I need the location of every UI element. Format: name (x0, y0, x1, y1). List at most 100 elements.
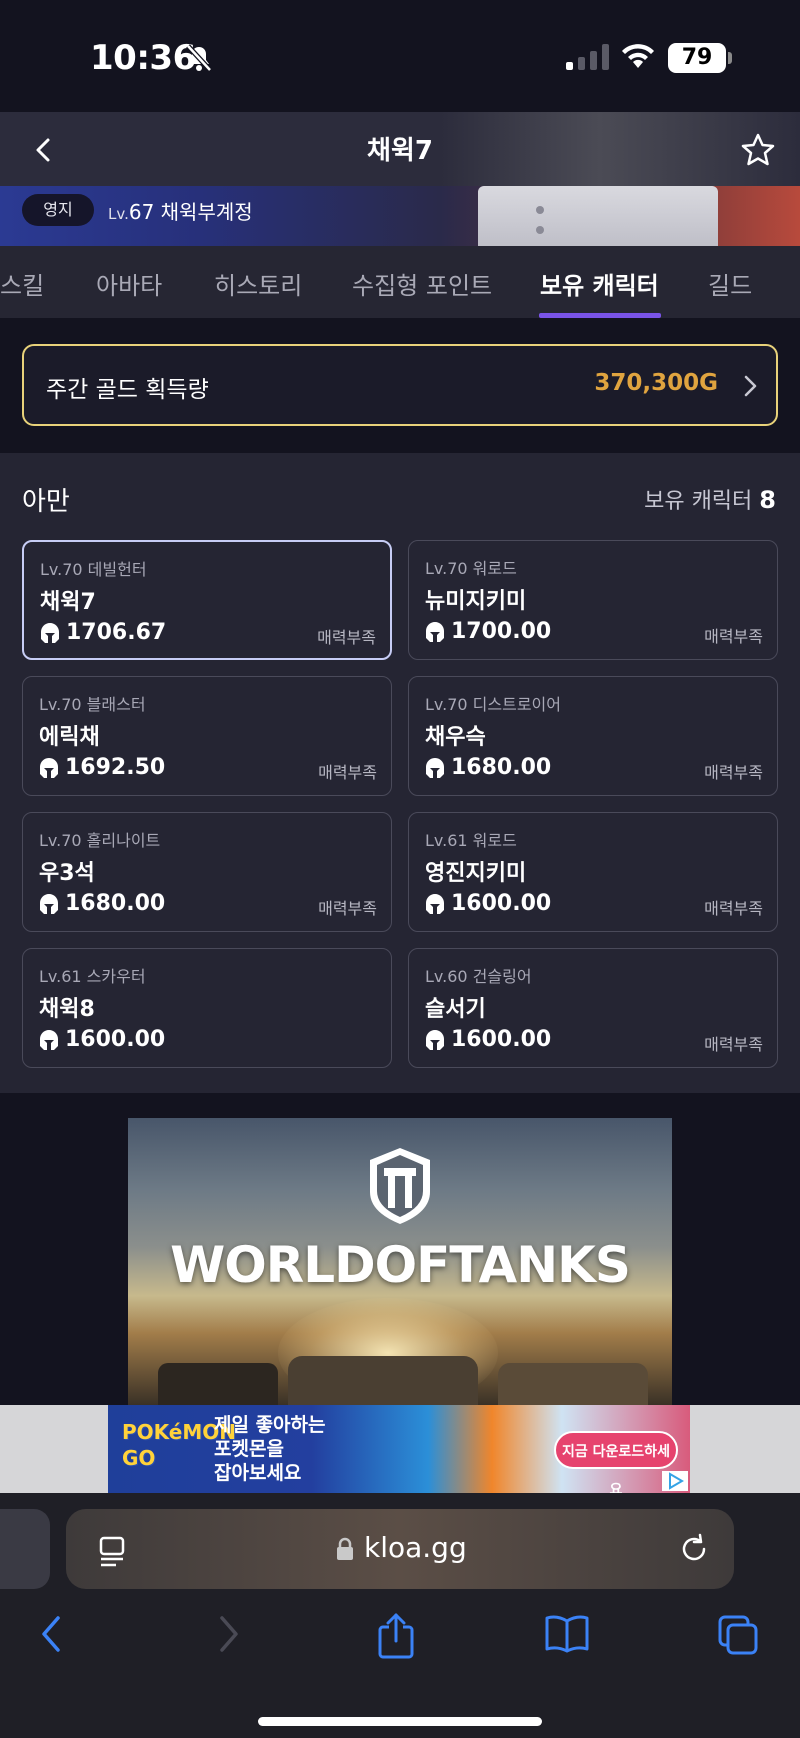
world-of-tanks-ad[interactable]: WORLDOFTANKS (128, 1118, 672, 1405)
character-name: 영진지키미 (425, 861, 527, 886)
adchoices-icon[interactable] (662, 1471, 688, 1491)
cellular-signal-icon (566, 44, 609, 70)
helmet-icon (40, 894, 58, 914)
tab-guild[interactable]: 길드 (708, 266, 752, 301)
tab-avatar[interactable]: 아바타 (96, 266, 162, 301)
level-value: 67 (128, 200, 155, 224)
battery-tip (728, 52, 732, 64)
character-card[interactable]: Lv.70 홀리나이트 우3석 1680.00 매력부족 (22, 812, 392, 932)
previous-tab-preview[interactable] (0, 1509, 50, 1589)
character-class: Lv.61 워로드 (425, 831, 517, 850)
character-card[interactable]: Lv.70 데빌헌터 채윅7 1706.67 매력부족 (22, 540, 392, 660)
profile-tabs: 스킬 아바타 히스토리 수집형 포인트 보유 캐릭터 길드 (0, 246, 800, 318)
address-bar[interactable]: kloa.gg (66, 1509, 734, 1589)
tab-skill[interactable]: 스킬 (0, 266, 44, 301)
weekly-gold-value: 370,300G (594, 370, 718, 396)
charm-status: 매력부족 (318, 763, 377, 782)
character-card[interactable]: Lv.70 워로드 뉴미지키미 1700.00 매력부족 (408, 540, 778, 660)
character-count-label: 보유 캐릭터 (644, 489, 753, 514)
character-name: 채윅7 (40, 590, 96, 615)
status-time: 10:36 (90, 38, 196, 78)
item-level: 1700.00 (451, 619, 552, 644)
page-title: 채윅7 (367, 136, 433, 166)
item-level: 1600.00 (451, 891, 552, 916)
wot-brand-text: WORLDOFTANKS (170, 1236, 631, 1294)
bookmarks-icon[interactable] (544, 1613, 590, 1655)
character-name: 채우슥 (425, 725, 486, 750)
status-bar: 10:36 79 (0, 0, 800, 112)
charm-status: 매력부족 (704, 1035, 763, 1054)
item-level: 1680.00 (65, 891, 166, 916)
pokemon-go-ad[interactable]: POKéMON GO 제일 좋아하는 포켓몬을 잡아보세요 지금 다운로드하세요 (108, 1405, 690, 1493)
character-name: 뉴미지키미 (425, 589, 527, 614)
url-text: kloa.gg (364, 1531, 467, 1564)
ad-area: WORLDOFTANKS (0, 1093, 800, 1405)
reload-icon[interactable] (678, 1533, 710, 1565)
character-name: 우3석 (39, 861, 95, 886)
profile-header: 채윅7 영지 Lv.67 채윅부계정 (0, 112, 800, 246)
helmet-icon (426, 622, 444, 642)
character-count-value: 8 (759, 486, 776, 514)
character-class: Lv.70 홀리나이트 (39, 831, 161, 850)
item-level: 1680.00 (451, 755, 552, 780)
character-class: Lv.70 디스트로이어 (425, 695, 561, 714)
battery-indicator: 79 (668, 43, 726, 73)
character-class: Lv.70 워로드 (425, 559, 517, 578)
character-name: 에릭채 (39, 725, 100, 750)
item-level: 1692.50 (65, 755, 166, 780)
charm-status: 매력부족 (318, 899, 377, 918)
item-level: 1600.00 (451, 1027, 552, 1052)
charm-status: 매력부족 (704, 763, 763, 782)
wot-shield-logo (370, 1148, 430, 1224)
helmet-icon (40, 758, 58, 778)
character-class: Lv.70 블래스터 (39, 695, 146, 714)
tab-collectibles[interactable]: 수집형 포인트 (352, 266, 492, 301)
pokemon-go-tagline: 제일 좋아하는 포켓몬을 잡아보세요 (214, 1414, 326, 1484)
character-class: Lv.61 스카우터 (39, 967, 146, 986)
character-name: 채윅8 (39, 997, 95, 1022)
browser-back-icon[interactable] (36, 1613, 68, 1655)
home-indicator[interactable] (258, 1717, 542, 1726)
character-card[interactable]: Lv.61 워로드 영진지키미 1600.00 매력부족 (408, 812, 778, 932)
territory-level: Lv.67 채윅부계정 (108, 196, 253, 225)
server-name: 아만 (22, 487, 70, 517)
tab-characters[interactable]: 보유 캐릭터 (540, 266, 659, 301)
browser-forward-icon[interactable] (212, 1613, 244, 1655)
bottom-banner-strip: POKéMON GO 제일 좋아하는 포켓몬을 잡아보세요 지금 다운로드하세요 (0, 1405, 800, 1493)
weekly-gold-button[interactable]: 주간 골드 획득량 370,300G (22, 344, 778, 426)
bell-muted-icon (186, 44, 212, 72)
item-level: 1706.67 (66, 620, 167, 645)
weekly-gold-label: 주간 골드 획득량 (46, 377, 209, 403)
helmet-icon (426, 758, 444, 778)
character-list-section: 아만 보유 캐릭터 8 Lv.70 데빌헌터 채윅7 1706.67 매력부족 … (0, 453, 800, 1093)
charm-status: 매력부족 (317, 628, 376, 647)
territory-badge: 영지 (22, 194, 94, 226)
charm-status: 매력부족 (704, 899, 763, 918)
reader-mode-icon[interactable] (98, 1535, 126, 1567)
tank-silhouette (158, 1363, 278, 1405)
tabs-overview-icon[interactable] (716, 1613, 760, 1657)
browser-toolbar: kloa.gg (0, 1493, 800, 1738)
account-name: 채윅부계정 (160, 200, 253, 224)
tank-silhouette (288, 1356, 478, 1405)
character-count: 보유 캐릭터 8 (644, 483, 776, 515)
share-icon[interactable] (376, 1613, 416, 1659)
tab-history[interactable]: 히스토리 (214, 266, 302, 301)
character-class: Lv.60 건슬링어 (425, 967, 532, 986)
helmet-icon (426, 894, 444, 914)
download-now-button[interactable]: 지금 다운로드하세요 (554, 1431, 678, 1493)
character-avatar-image (478, 186, 718, 246)
lock-icon (337, 1537, 353, 1560)
tank-silhouette (498, 1363, 648, 1405)
chevron-right-icon (744, 375, 757, 397)
helmet-icon (41, 623, 59, 643)
character-card[interactable]: Lv.61 스카우터 채윅8 1600.00 (22, 948, 392, 1068)
weekly-gold-section: 주간 골드 획득량 370,300G (0, 318, 800, 453)
character-card[interactable]: Lv.70 디스트로이어 채우슥 1680.00 매력부족 (408, 676, 778, 796)
favorite-star-icon[interactable] (738, 130, 778, 170)
charm-status: 매력부족 (704, 627, 763, 646)
level-prefix: Lv. (108, 205, 129, 223)
character-card[interactable]: Lv.60 건슬링어 슬서기 1600.00 매력부족 (408, 948, 778, 1068)
helmet-icon (426, 1030, 444, 1050)
character-card[interactable]: Lv.70 블래스터 에릭채 1692.50 매력부족 (22, 676, 392, 796)
